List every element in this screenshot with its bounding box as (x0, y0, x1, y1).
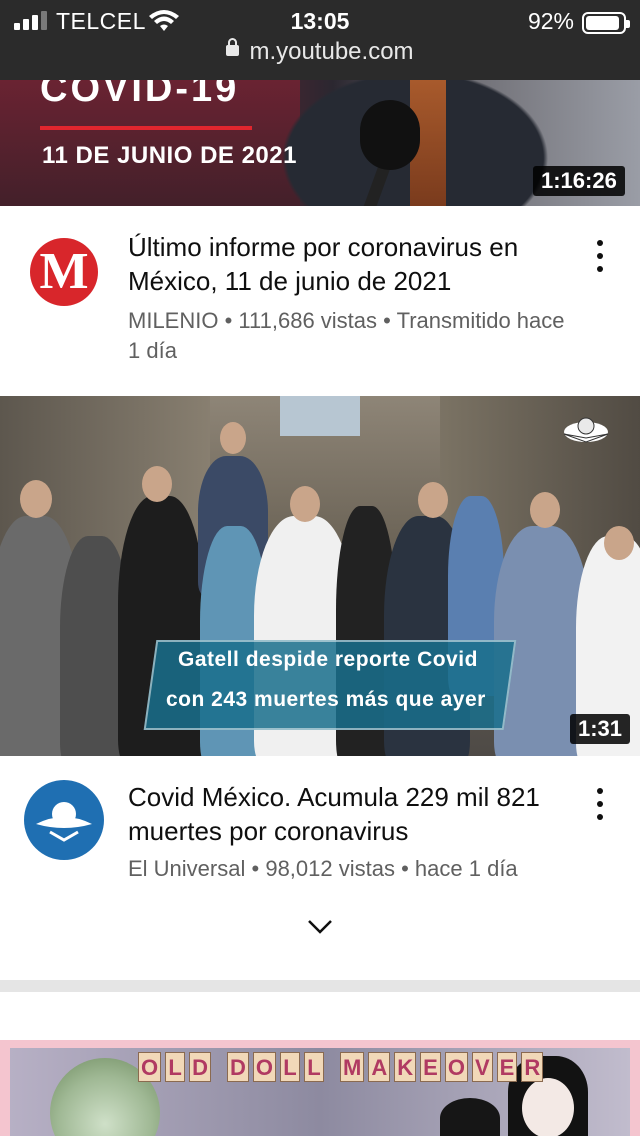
video-title[interactable]: Covid México. Acumula 229 mil 821 muerte… (128, 780, 574, 848)
title-letter-tile (215, 1052, 223, 1082)
lock-icon (226, 38, 240, 57)
section-divider (0, 980, 640, 992)
address-bar[interactable]: m.youtube.com (0, 38, 640, 66)
title-letter-tile: L (280, 1052, 301, 1082)
video-thumbnail[interactable]: Gatell despide reporte Covid con 243 mue… (0, 396, 640, 756)
view-count: 98,012 vistas (265, 856, 395, 881)
status-bar: TELCEL 13:05 92% (0, 6, 640, 36)
title-letter-tile: D (227, 1052, 249, 1082)
title-letter-tile: V (471, 1052, 493, 1082)
title-letter-tile: R (521, 1052, 544, 1082)
channel-avatar[interactable] (24, 780, 104, 860)
title-letter-tile: D (189, 1052, 212, 1082)
title-letter-tile: A (368, 1052, 391, 1082)
separator: • (224, 308, 233, 333)
kebab-menu-icon[interactable] (586, 784, 614, 824)
channel-name: El Universal (128, 856, 246, 881)
title-letter-tile (328, 1052, 336, 1082)
upload-age: hace 1 día (414, 856, 518, 881)
battery-fill (586, 16, 620, 30)
url-text: m.youtube.com (249, 38, 414, 65)
video-meta: MILENIO • 111,686 vistas • Transmitido h… (128, 306, 568, 366)
duration-badge: 1:31 (570, 714, 631, 744)
thumbnail-title: OLDDOLLMAKEOVER (138, 1052, 544, 1082)
title-letter-tile: E (496, 1052, 518, 1082)
battery-icon (582, 12, 630, 34)
thumbnail-date: 11 DE JUNIO DE 2021 (42, 142, 297, 169)
avatar-letter: M (39, 243, 89, 300)
video-thumbnail[interactable]: COVID-19 11 DE JUNIO DE 2021 1:16:26 (0, 80, 640, 206)
channel-name: MILENIO (128, 308, 219, 333)
video-meta: El Universal • 98,012 vistas • hace 1 dí… (128, 854, 568, 884)
title-letter-tile: L (304, 1052, 325, 1082)
separator: • (251, 856, 260, 881)
channel-avatar[interactable]: M (30, 238, 98, 306)
title-letter-tile: O (252, 1052, 277, 1082)
separator: • (401, 856, 409, 881)
video-info[interactable]: Covid México. Acumula 229 mil 821 muerte… (0, 756, 640, 980)
thumbnail-title: COVID-19 (40, 80, 240, 110)
chevron-down-icon[interactable] (307, 918, 333, 936)
browser-top-bar: TELCEL 13:05 92% m.youtube.com (0, 0, 640, 80)
duration-badge: 1:16:26 (533, 166, 625, 196)
title-letter-tile: L (165, 1052, 186, 1082)
video-info[interactable]: M Último informe por coronavirus en Méxi… (0, 206, 640, 396)
video-thumbnail[interactable]: OLDDOLLMAKEOVER (0, 1040, 640, 1136)
title-letter-tile: M (340, 1052, 365, 1082)
overlay-text-line1: Gatell despide reporte Covid (178, 648, 478, 671)
view-count: 111,686 vistas (238, 308, 378, 333)
microphone-image (360, 100, 420, 170)
eagle-logo-icon (36, 802, 92, 842)
title-letter-tile: O (138, 1052, 162, 1082)
separator: • (383, 308, 391, 333)
battery-percent: 92% (527, 8, 574, 34)
title-letter-tile: E (420, 1052, 441, 1082)
overlay-text-line2: con 243 muertes más que ayer (166, 688, 486, 711)
video-title[interactable]: Último informe por coronavirus en México… (128, 230, 574, 298)
title-letter-tile: K (394, 1052, 417, 1082)
eagle-logo-icon (563, 417, 609, 443)
kebab-menu-icon[interactable] (586, 236, 614, 276)
title-letter-tile: O (444, 1052, 468, 1082)
